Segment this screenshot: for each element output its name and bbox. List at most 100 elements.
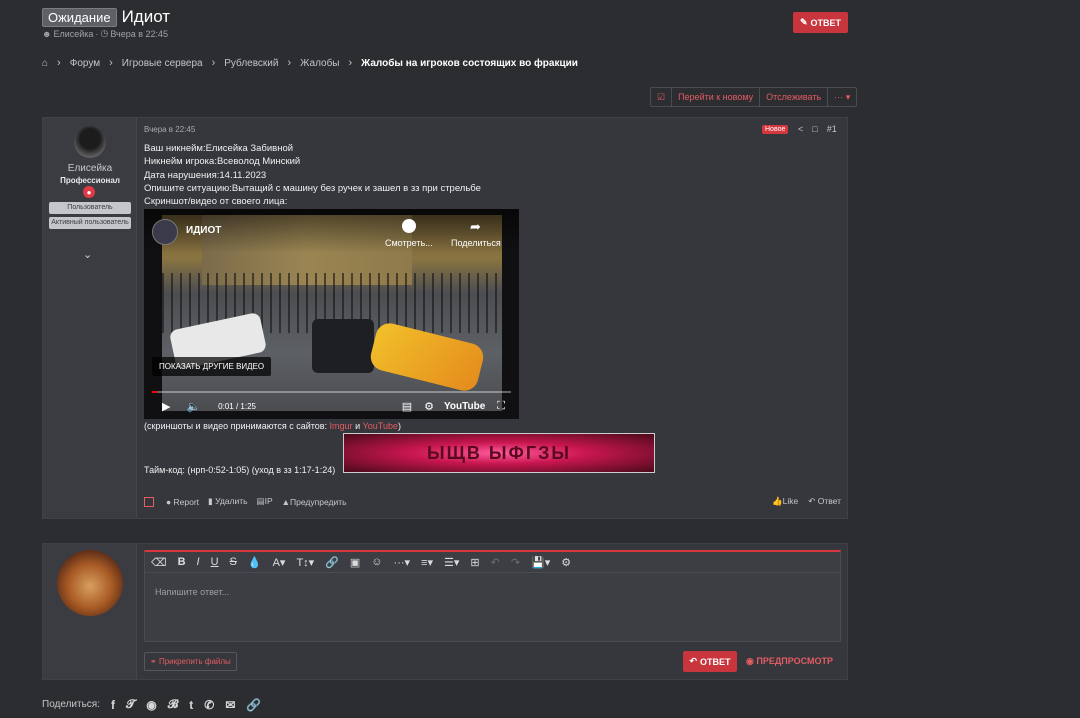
reply-editor[interactable]: ⌫ B I U S 💧 A▾ T↕▾ 🔗 ▣ ☺ ···▾ ≡▾ ☰▾ ⊞ ↶ … [144,550,841,642]
avatar[interactable] [57,550,123,616]
watch-later-icon[interactable] [402,219,416,233]
link-icon[interactable]: 🔗 [246,698,261,712]
thread-date[interactable]: Вчера в 22:45 [110,29,168,39]
reply-submit-button[interactable]: ↶ ОТВЕТ [683,651,737,672]
watch-button[interactable]: Отслеживать [760,88,829,106]
font-icon[interactable]: A▾ [273,556,286,569]
gear-icon[interactable]: ⚙ [424,400,434,413]
post-line: Никнейм игрока:Всеволод Минский [144,156,301,168]
redo-icon[interactable]: ↷ [511,556,520,569]
link-icon[interactable]: 🔗 [325,556,339,569]
report-button[interactable]: ● Report [166,497,199,507]
italic-icon[interactable]: I [197,556,200,568]
post-select-checkbox[interactable] [144,496,154,507]
underline-icon[interactable]: U [211,556,219,568]
eraser-icon[interactable]: ⌫ [151,556,167,569]
timecode: Тайм-код: (нрп-0:52-1:05) (уход в зз 1:1… [144,465,336,475]
post-header-actions: < □ #1 [798,124,837,134]
avatar[interactable] [74,126,106,158]
warn-button[interactable]: ▲Предупредить [282,497,347,507]
chevron-right-icon: › [348,57,353,69]
bookmark-icon[interactable]: □ [812,124,817,134]
thread-prefix[interactable]: Ожидание [42,7,117,27]
bold-icon[interactable]: B [178,556,186,568]
more-menu-button[interactable]: ··· ▾ [828,88,856,106]
subtitles-icon[interactable]: ▤ [402,400,412,413]
report-icon: ● [166,496,172,507]
ip-button[interactable]: ▤IP [257,496,273,507]
post-line: Ваш никнейм:Елисейка Забивной [144,143,294,154]
breadcrumb-item[interactable]: Жалобы [300,58,339,69]
smile-icon[interactable]: ☺ [371,556,382,568]
attach-files-button[interactable]: ⚭ Прикрепить файлы [144,652,237,671]
list-icon[interactable]: ☰▾ [444,556,459,569]
fullscreen-icon[interactable]: ⛶ [497,400,505,413]
post-username[interactable]: Елисейка [43,163,137,174]
color-icon[interactable]: 💧 [248,556,262,569]
breadcrumb-item[interactable]: Игровые сервера [122,58,203,69]
email-icon[interactable]: ✉ [225,698,235,712]
share-icon[interactable]: < [798,124,803,134]
editor-toolbar: ⌫ B I U S 💧 A▾ T↕▾ 🔗 ▣ ☺ ···▾ ≡▾ ☰▾ ⊞ ↶ … [145,552,840,573]
post-line: Дата нарушения:14.11.2023 [144,169,267,181]
user-title: Профессионал [60,176,120,185]
play-icon[interactable]: ▶ [162,400,170,413]
clock-icon: ◷ [100,28,109,38]
strikethrough-icon[interactable]: S [230,556,237,568]
breadcrumb-item[interactable]: Рублевский [224,58,278,69]
volume-icon[interactable]: 🔈 [186,400,200,413]
chevron-down-icon: ▾ [845,91,851,102]
post-reply-button[interactable]: ↶ Ответ [808,496,841,507]
home-icon[interactable]: ⌂ [42,58,48,69]
share-label: Поделиться: [42,699,100,710]
new-badge: Новое [762,125,789,134]
post-date[interactable]: Вчера в 22:45 [144,125,195,134]
youtube-link[interactable]: YouTube [363,421,398,431]
user-badge-icon: ● [83,186,95,198]
goto-new-button[interactable]: Перейти к новому [672,88,761,106]
thread-title: Идиот [121,7,171,26]
chevron-right-icon: › [57,57,61,69]
like-button[interactable]: 👍Like [772,496,798,507]
undo-icon[interactable]: ↶ [491,556,500,569]
reply-button-label: ОТВЕТ [810,17,842,28]
video-title[interactable]: ИДИОТ [186,225,221,236]
reply-button-top[interactable]: ✎ ОТВЕТ [793,12,848,33]
reply-arrow-icon: ↶ [689,656,698,666]
post-user-panel: Елисейка Профессионал ● Пользователь Акт… [43,118,137,518]
share-arrow-icon[interactable]: ➦ [470,219,481,235]
align-icon[interactable]: ≡▾ [421,556,433,569]
select-checkbox[interactable]: ☑ [651,88,673,106]
breadcrumb-current[interactable]: Жалобы на игроков состоящих во фракции [361,58,578,69]
thread-author[interactable]: Елисейка [53,29,93,39]
table-icon[interactable]: ⊞ [470,556,479,569]
post-text: Ваш никнейм:Елисейка Забивной Никнейм иг… [144,142,481,208]
reddit-icon[interactable]: ◉ [146,698,156,712]
channel-avatar[interactable] [152,219,178,245]
twitter-icon[interactable]: 𝓣 [126,697,135,712]
breadcrumb-item[interactable]: Форум [70,58,100,69]
video-progress-bar[interactable] [152,391,511,393]
tumblr-icon[interactable]: t [189,698,193,712]
settings-icon[interactable]: ⚙ [561,556,571,569]
post-number[interactable]: #1 [827,124,837,134]
facebook-icon[interactable]: f [111,698,115,712]
whatsapp-icon[interactable]: ✆ [204,698,214,712]
delete-button[interactable]: ▮ Удалить [208,496,248,507]
video-share-label[interactable]: Поделиться [451,238,501,248]
video-embed[interactable]: ИДИОТ Смотреть... ➦ Поделиться ПОКАЗАТЬ … [144,209,519,419]
attached-image[interactable]: ЫЩВ ЫФГЗЫ [343,433,655,473]
post-line: Скриншот/видео от своего лица: [144,196,288,208]
imgur-link[interactable]: Imgur [330,421,353,431]
more-videos-button[interactable]: ПОКАЗАТЬ ДРУГИЕ ВИДЕО [152,357,272,376]
font-size-icon[interactable]: T↕▾ [296,556,314,569]
more-icon[interactable]: ···▾ [394,556,411,569]
reply-placeholder: Напишите ответ... [155,587,230,597]
pinterest-icon[interactable]: 𝓑 [168,697,179,712]
watch-later-label[interactable]: Смотреть... [385,238,433,248]
image-icon[interactable]: ▣ [350,556,360,569]
youtube-logo[interactable]: YouTube [444,401,485,412]
drafts-icon[interactable]: 💾▾ [531,556,550,569]
preview-button[interactable]: ◉ ПРЕДПРОСМОТР [746,656,833,667]
chevron-down-icon[interactable]: ⌄ [83,248,92,261]
